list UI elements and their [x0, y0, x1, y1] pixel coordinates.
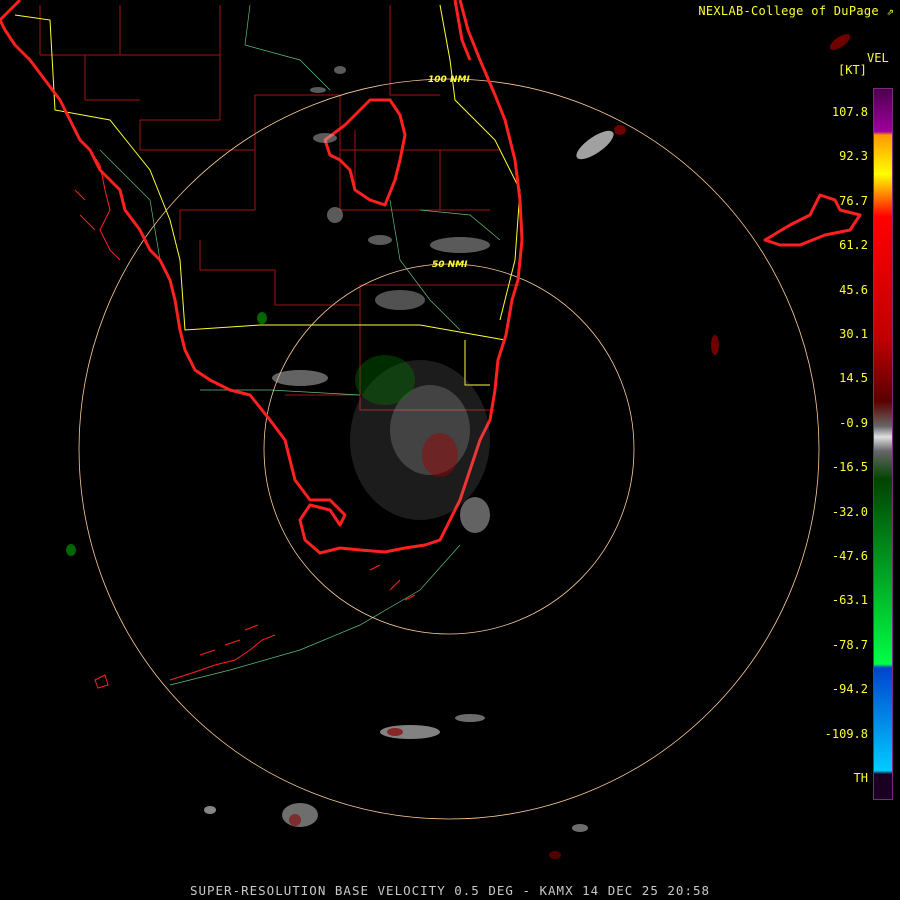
credit-text: NEXLAB-College of DuPage: [698, 4, 879, 18]
legend-tick: -94.2: [831, 682, 868, 697]
legend-tick: 61.2: [839, 238, 868, 253]
product-caption: SUPER-RESOLUTION BASE VELOCITY 0.5 DEG -…: [189, 883, 711, 898]
legend-tick: 107.8: [831, 105, 868, 119]
legend-tick: 30.1: [839, 327, 868, 341]
legend-tick: TH: [853, 771, 868, 785]
legend-tick: -0.9: [839, 415, 868, 430]
legend-tick: 92.3: [839, 149, 868, 164]
credit-label[interactable]: NEXLAB-College of DuPage ⇗: [698, 4, 894, 18]
minor-boundaries: [99, 4, 501, 686]
radar-map: 100 NMI 50 NMI: [0, 0, 893, 859]
legend-units: [KT]: [838, 63, 867, 77]
legend-tick: 76.7: [839, 193, 868, 208]
lake-okeechobee: [323, 98, 407, 207]
legend-product: VEL: [867, 51, 889, 65]
legend-tick: 45.6: [839, 282, 868, 297]
ring-label-50: 50 NMI: [432, 260, 468, 270]
legend-tick: -78.7: [831, 637, 868, 652]
legend-tick: -32.0: [831, 504, 868, 519]
legend-tick: -47.6: [831, 549, 868, 563]
radar-echoes: [66, 33, 851, 859]
legend-tick: -16.5: [831, 460, 868, 475]
velocity-color-scale: [874, 89, 892, 799]
county-boundaries: [39, 5, 520, 411]
highways: [14, 4, 521, 386]
ring-label-100: 100 NMI: [428, 75, 470, 85]
legend-tick: 14.5: [839, 371, 868, 386]
legend-tick: -109.8: [824, 726, 868, 741]
external-link-icon: ⇗: [886, 4, 894, 18]
legend-tick: -63.1: [831, 593, 868, 608]
